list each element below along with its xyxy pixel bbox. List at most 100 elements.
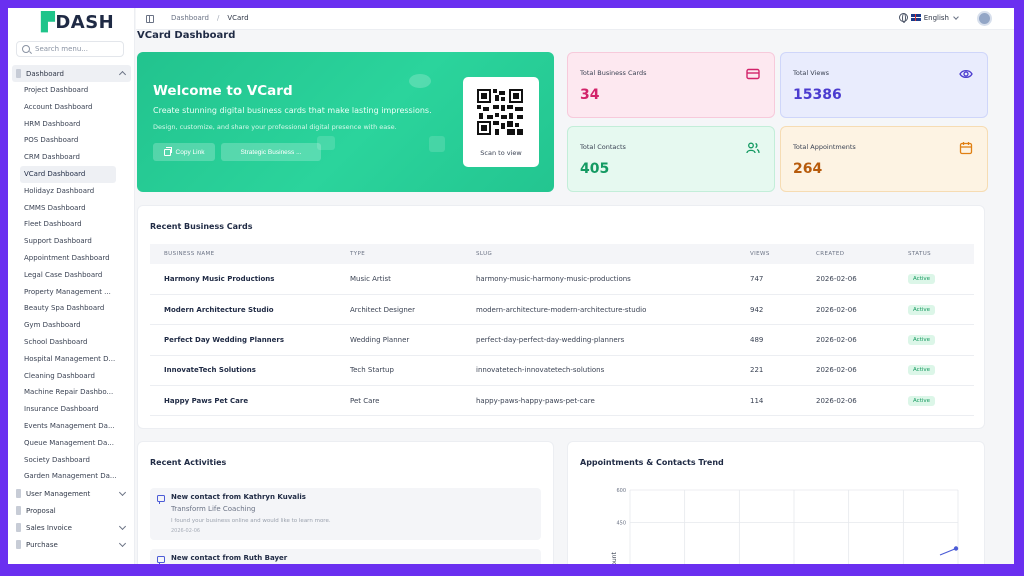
- welcome-banner: Welcome to VCard Create stunning digital…: [137, 52, 554, 192]
- trend-chart: 600 450 Count: [611, 488, 959, 564]
- page-title: VCard Dashboard: [137, 30, 236, 41]
- activity-subtitle: Transform Life Coaching: [171, 505, 256, 513]
- table-row[interactable]: Happy Paws Pet Care Pet Care happy-paws-ha…: [150, 385, 974, 417]
- stat-total-contacts[interactable]: Total Contacts 405: [567, 126, 775, 192]
- y-axis-label: Count: [611, 552, 618, 564]
- business-cards-table: BUSINESS NAME TYPE SLUG VIEWS CREATED ST…: [150, 244, 974, 417]
- column-header[interactable]: BUSINESS NAME: [150, 244, 336, 264]
- table-cell: Modern Architecture Studio: [150, 294, 336, 326]
- data-point[interactable]: [953, 546, 959, 551]
- table-cell: Pet Care: [336, 385, 462, 417]
- welcome-description: Design, customize, and share your profes…: [153, 123, 397, 131]
- table-cell: 2026-02-06: [802, 324, 894, 356]
- table-cell: happy-paws-happy-paws-pet-care: [462, 385, 736, 417]
- table-cell: 2026-02-06: [802, 385, 894, 417]
- table-row[interactable]: InnovateTech Solutions Tech Startup innova…: [150, 355, 974, 387]
- message-icon: [157, 556, 165, 564]
- table-cell: Active: [894, 355, 974, 387]
- stat-label: Total Appointments: [793, 143, 856, 151]
- decor-bubble: [409, 74, 431, 88]
- activity-date: 2026-02-06: [171, 528, 201, 534]
- main-content: VCard Dashboard Welcome to VCard Create …: [8, 8, 1014, 564]
- table-cell: modern-architecture-modern-architecture-…: [462, 294, 736, 326]
- welcome-subtitle: Create stunning digital business cards t…: [153, 106, 432, 115]
- table-cell: Harmony Music Productions: [150, 264, 336, 295]
- table-cell: Active: [894, 324, 974, 356]
- stat-value: 34: [580, 87, 600, 103]
- series-line: [939, 547, 957, 556]
- appointments-contacts-trend: Appointments & Contacts Trend 600 450 Coun…: [567, 441, 985, 564]
- activity-title: New contact from Kathryn Kuvalis: [171, 493, 306, 501]
- status-badge: Active: [908, 304, 936, 315]
- table-cell: 942: [736, 294, 802, 326]
- stat-value: 405: [580, 161, 610, 177]
- column-header[interactable]: VIEWS: [736, 244, 802, 264]
- y-tick-label: 600: [616, 488, 626, 494]
- stat-total-business-cards[interactable]: Total Business Cards 34: [567, 52, 775, 118]
- table-row[interactable]: Modern Architecture Studio Architect Desi…: [150, 294, 974, 326]
- column-header[interactable]: STATUS: [894, 244, 974, 264]
- table-cell: InnovateTech Solutions: [150, 355, 336, 387]
- stat-value: 264: [793, 161, 823, 177]
- table-cell: Music Artist: [336, 264, 462, 295]
- y-tick-label: 450: [616, 521, 626, 527]
- table-cell: harmony-music-harmony-music-productions: [462, 264, 736, 295]
- table-row[interactable]: Perfect Day Wedding Planners Wedding Plan…: [150, 324, 974, 356]
- activity-item[interactable]: New contact from Ruth Bayer: [150, 549, 541, 564]
- status-badge: Active: [908, 365, 936, 376]
- qr-code-icon: [477, 89, 523, 135]
- stat-total-appointments[interactable]: Total Appointments 264: [780, 126, 988, 192]
- qr-label: Scan to view: [480, 149, 522, 157]
- copy-link-button[interactable]: Copy Link: [153, 143, 215, 161]
- copy-link-label: Copy Link: [175, 148, 205, 156]
- qr-card[interactable]: Scan to view: [463, 77, 539, 167]
- table-cell: 114: [736, 385, 802, 417]
- table-cell: perfect-day-perfect-day-wedding-planners: [462, 324, 736, 356]
- business-select[interactable]: Strategic Business ...: [221, 143, 321, 161]
- table-header-row: BUSINESS NAME TYPE SLUG VIEWS CREATED ST…: [150, 244, 974, 264]
- recent-activities: Recent Activities New contact from Kathr…: [137, 441, 554, 564]
- stat-total-views[interactable]: Total Views 15386: [780, 52, 988, 118]
- users-icon: [746, 142, 760, 154]
- column-header[interactable]: SLUG: [462, 244, 736, 264]
- stat-label: Total Business Cards: [580, 69, 647, 77]
- table-cell: 747: [736, 264, 802, 295]
- welcome-title: Welcome to VCard: [153, 83, 293, 99]
- activity-item[interactable]: New contact from Kathryn Kuvalis Transfo…: [150, 488, 541, 540]
- table-cell: Active: [894, 264, 974, 295]
- table-cell: 2026-02-06: [802, 264, 894, 295]
- table-cell: Tech Startup: [336, 355, 462, 387]
- stat-label: Total Views: [793, 69, 830, 77]
- activity-description: I found your business online and would l…: [171, 518, 331, 524]
- status-badge: Active: [908, 334, 936, 345]
- table-cell: Architect Designer: [336, 294, 462, 326]
- status-badge: Active: [908, 273, 936, 284]
- table-cell: 221: [736, 355, 802, 387]
- business-select-label: Strategic Business ...: [240, 148, 302, 156]
- section-title: Recent Business Cards: [150, 222, 253, 231]
- status-badge: Active: [908, 395, 936, 406]
- table-cell: Active: [894, 294, 974, 326]
- table-row[interactable]: Harmony Music Productions Music Artist har…: [150, 264, 974, 295]
- stat-label: Total Contacts: [580, 143, 626, 151]
- copy-icon: [163, 146, 172, 156]
- column-header[interactable]: TYPE: [336, 244, 462, 264]
- calendar-icon: [959, 142, 973, 155]
- table-cell: 2026-02-06: [802, 355, 894, 387]
- table-cell: Active: [894, 385, 974, 417]
- message-icon: [157, 495, 165, 504]
- table-cell: Wedding Planner: [336, 324, 462, 356]
- main-canvas: VCard Dashboard Welcome to VCard Create …: [8, 8, 1014, 564]
- decor-square: [429, 136, 445, 152]
- section-title: Recent Activities: [150, 458, 227, 467]
- table-cell: innovatetech-innovatetech-solutions: [462, 355, 736, 387]
- column-header[interactable]: CREATED: [802, 244, 894, 264]
- eye-icon: [959, 69, 973, 79]
- table-cell: Happy Paws Pet Care: [150, 385, 336, 417]
- table-cell: 2026-02-06: [802, 294, 894, 326]
- stat-value: 15386: [793, 87, 842, 103]
- table-cell: Perfect Day Wedding Planners: [150, 324, 336, 356]
- activity-title: New contact from Ruth Bayer: [171, 554, 288, 562]
- table-cell: 489: [736, 324, 802, 356]
- card-icon: [746, 68, 760, 80]
